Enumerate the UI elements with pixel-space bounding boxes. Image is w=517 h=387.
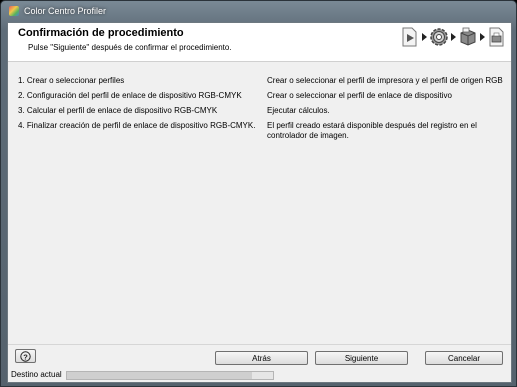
cancel-button[interactable]: Cancelar (425, 351, 503, 365)
page-subtitle: Pulse "Siguiente" después de confirmar e… (28, 43, 232, 52)
application-window: Color Centro Profiler Confirmación de pr… (0, 0, 517, 387)
document-printer-icon (487, 25, 507, 49)
status-label: Destino actual (11, 370, 62, 379)
procedure-description: Crear o seleccionar el perfil de enlace … (267, 91, 452, 100)
back-button[interactable]: Atrás (215, 351, 308, 365)
next-button[interactable]: Siguiente (315, 351, 408, 365)
title-bar[interactable]: Color Centro Profiler (1, 1, 516, 23)
wizard-progress-icons (400, 25, 507, 49)
procedure-step: 4. Finalizar creación de perfil de enlac… (18, 121, 256, 130)
window-title: Color Centro Profiler (24, 6, 107, 16)
progress-bar (66, 371, 274, 380)
page-title: Confirmación de procedimiento (18, 27, 184, 39)
wizard-panel: Confirmación de procedimiento Pulse "Sig… (7, 22, 512, 378)
step-arrow-icon (480, 33, 485, 41)
step-arrow-icon (451, 33, 456, 41)
printer-box-icon (458, 25, 478, 49)
procedure-description: Ejecutar cálculos. (267, 106, 330, 115)
procedure-description: El perfil creado estará disponible despu… (267, 121, 477, 140)
footer-divider (8, 344, 511, 345)
help-button[interactable]: ? (15, 349, 36, 363)
wizard-header: Confirmación de procedimiento Pulse "Sig… (8, 23, 511, 62)
app-icon (9, 6, 19, 16)
help-icon: ? (20, 350, 31, 362)
help-button-label: ? (23, 352, 28, 361)
procedure-step: 3. Calcular el perfil de enlace de dispo… (18, 106, 218, 115)
progress-bar-fill (67, 372, 253, 379)
status-bar: Destino actual (7, 368, 512, 383)
procedure-description: Crear o seleccionar el perfil de impreso… (267, 76, 503, 85)
procedure-step: 2. Configuración del perfil de enlace de… (18, 91, 242, 100)
step-arrow-icon (422, 33, 427, 41)
procedure-step: 1. Crear o seleccionar perfiles (18, 76, 125, 85)
gear-icon (429, 25, 449, 49)
document-play-icon (400, 25, 420, 49)
